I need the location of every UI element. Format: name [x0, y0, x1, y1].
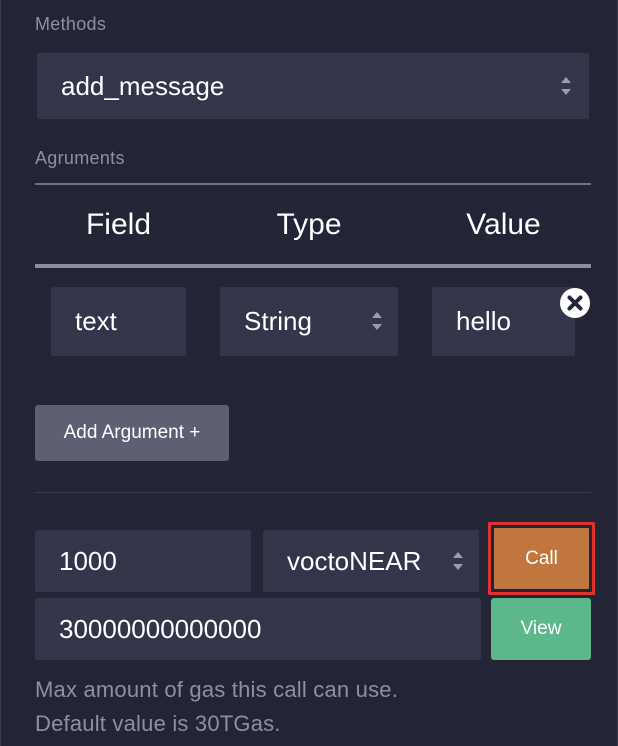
call-button[interactable]: Call [494, 528, 589, 589]
argument-type-value: String [244, 306, 312, 336]
arguments-top-divider [35, 183, 591, 185]
view-button-label: View [520, 618, 562, 639]
gas-help-line-2: Default value is 30TGas. [35, 711, 281, 736]
gas-input[interactable]: 30000000000000 [35, 598, 481, 660]
argument-field-input[interactable]: text [51, 287, 186, 356]
column-header-field: Field [85, 208, 152, 241]
add-argument-label: Add Argument + [63, 422, 201, 443]
call-button-label: Call [525, 547, 558, 569]
arguments-label: Agruments [35, 148, 125, 168]
method-select-value: add_message [61, 70, 225, 101]
select-arrows-icon [372, 312, 382, 330]
view-button[interactable]: View [491, 598, 591, 660]
deposit-amount-value: 1000 [59, 545, 117, 576]
call-button-highlight: Call [488, 522, 595, 595]
argument-value-input[interactable]: hello [432, 287, 575, 356]
argument-value-text: hello [456, 306, 511, 336]
contract-call-panel: Methods add_message Agruments Field Type… [0, 0, 618, 746]
gas-help-line-1: Max amount of gas this call can use. [35, 677, 399, 702]
column-header-value: Value [466, 208, 541, 241]
method-select[interactable]: add_message [37, 53, 589, 119]
column-header-type: Type [276, 208, 342, 241]
deposit-amount-input[interactable]: 1000 [35, 530, 251, 592]
gas-value: 30000000000000 [59, 613, 262, 644]
section-divider [35, 492, 591, 493]
add-argument-button[interactable]: Add Argument + [35, 405, 229, 461]
remove-argument-close-icon[interactable] [559, 287, 591, 319]
methods-label: Methods [35, 14, 107, 34]
deposit-unit-select[interactable]: voctoNEAR [263, 530, 479, 592]
select-arrows-icon [561, 77, 571, 95]
table-header-divider [35, 264, 591, 268]
argument-field-value: text [75, 306, 117, 336]
deposit-unit-value: voctoNEAR [287, 545, 422, 576]
argument-type-select[interactable]: String [220, 287, 398, 356]
select-arrows-icon [453, 552, 463, 570]
